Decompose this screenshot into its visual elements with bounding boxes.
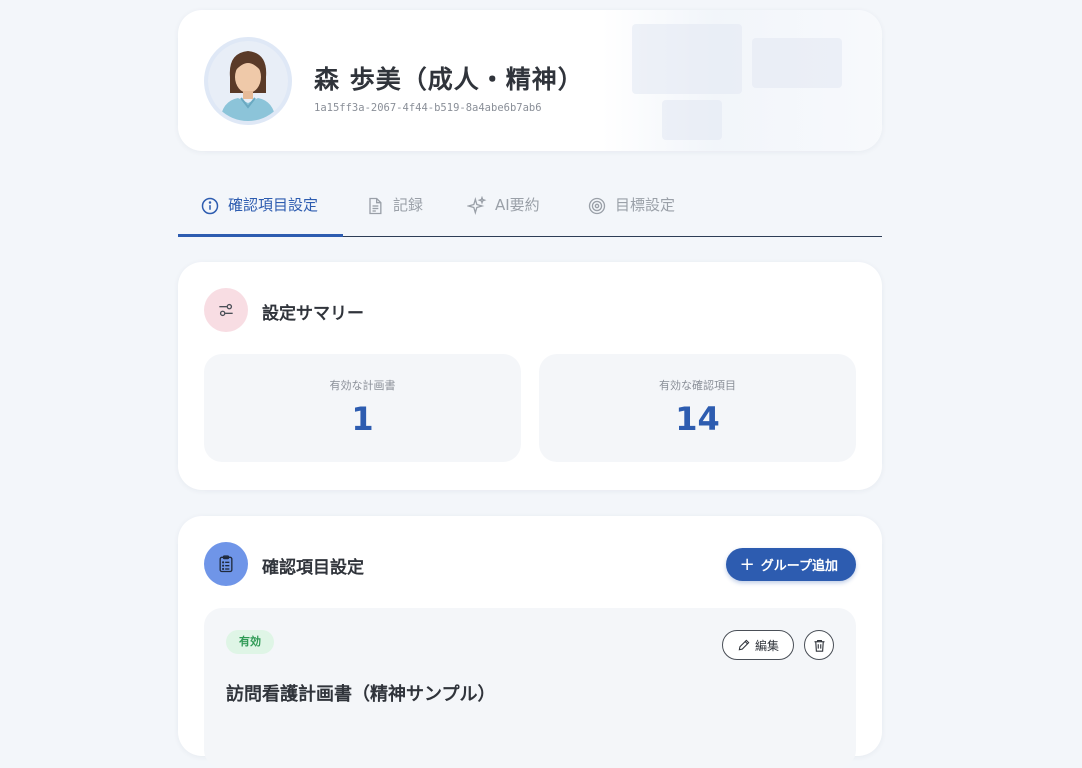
add-group-label: グループ追加	[760, 559, 838, 574]
profile-card: 森 歩美（成人・精神） 1a15ff3a-2067-4f44-b519-8a4a…	[178, 10, 882, 151]
sliders-icon	[204, 288, 248, 332]
settings-summary-card: 設定サマリー 有効な計画書 1 有効な確認項目 14	[178, 262, 882, 490]
profile-background-decoration	[602, 10, 882, 151]
tab-records[interactable]: 記録	[365, 185, 445, 235]
clipboard-list-icon	[204, 542, 248, 586]
plan-card: 有効 編集 訪問看護計画書（精神サンプル）	[204, 608, 856, 768]
stat-value: 14	[675, 400, 720, 438]
summary-title: 設定サマリー	[262, 304, 364, 324]
patient-id: 1a15ff3a-2067-4f44-b519-8a4abe6b7ab6	[314, 102, 542, 114]
user-photo-icon	[208, 41, 288, 121]
patient-name: 森 歩美（成人・精神）	[314, 65, 584, 94]
stat-value: 1	[351, 400, 374, 438]
stat-active-check-items: 有効な確認項目 14	[539, 354, 856, 462]
edit-label: 編集	[754, 638, 779, 653]
add-group-button[interactable]: + グループ追加	[725, 548, 856, 581]
tab-ai-summary[interactable]: AI要約	[467, 185, 567, 235]
stat-label: 有効な計画書	[329, 379, 396, 392]
tab-label: 目標設定	[615, 196, 676, 214]
edit-button[interactable]: 編集	[722, 630, 794, 660]
tab-label: 確認項目設定	[228, 196, 319, 214]
target-icon	[588, 197, 606, 215]
delete-button[interactable]	[804, 630, 834, 660]
info-icon	[201, 197, 219, 215]
tab-bar: 確認項目設定 記録 AI要約 目標設定	[178, 185, 882, 237]
trash-icon	[814, 639, 824, 652]
sparkles-icon	[467, 196, 487, 216]
document-icon	[369, 197, 382, 215]
check-items-card: 確認項目設定 + グループ追加 有効 編集 訪問看護計画書（精神サンプル）	[178, 516, 882, 768]
status-badge: 有効	[226, 630, 274, 654]
tab-check-item-settings[interactable]: 確認項目設定	[178, 185, 343, 237]
stat-label: 有効な確認項目	[659, 379, 736, 392]
plan-title: 訪問看護計画書（精神サンプル）	[226, 684, 496, 705]
plus-icon: +	[739, 553, 755, 575]
avatar	[204, 37, 292, 125]
check-items-title: 確認項目設定	[262, 558, 364, 578]
tab-label: AI要約	[495, 196, 540, 214]
tab-label: 記録	[393, 196, 424, 214]
stat-active-plans: 有効な計画書 1	[204, 354, 521, 462]
tab-goal-settings[interactable]: 目標設定	[587, 185, 697, 235]
pencil-icon	[738, 639, 750, 651]
